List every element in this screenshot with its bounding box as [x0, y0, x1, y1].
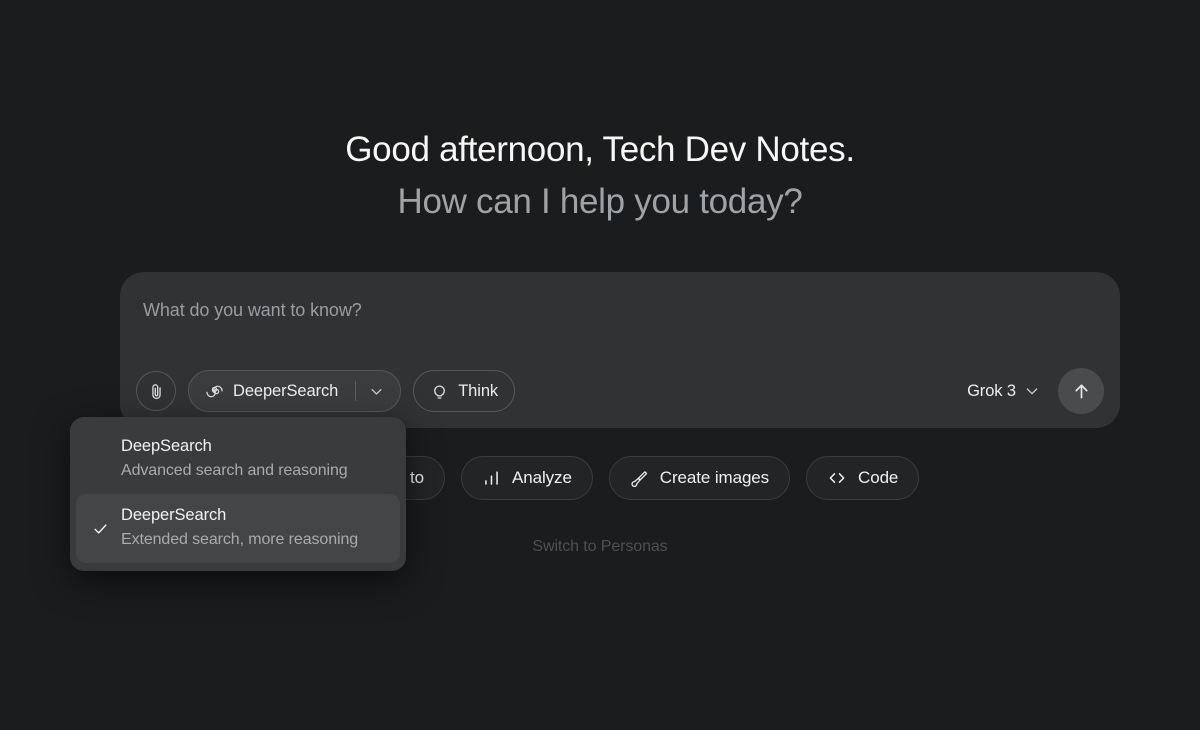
composer-tools-left: DeeperSearch Think	[136, 370, 516, 412]
lightbulb-icon	[430, 382, 449, 401]
suggestion-chip-label: Create images	[659, 468, 770, 487]
dropdown-item-deepsearch[interactable]: DeepSearch Advanced search and reasoning	[76, 425, 400, 494]
code-brackets-icon	[827, 468, 847, 488]
chevron-down-icon	[1024, 383, 1040, 399]
search-mode-button[interactable]: DeeperSearch	[188, 370, 402, 412]
dropdown-item-deepersearch[interactable]: DeeperSearch Extended search, more reaso…	[76, 494, 400, 563]
suggestion-chip-create-images[interactable]: Create images	[608, 456, 791, 500]
pill-divider	[355, 381, 357, 401]
spiral-icon	[205, 382, 224, 401]
dropdown-item-subtitle: Extended search, more reasoning	[121, 531, 359, 548]
brush-icon	[630, 469, 649, 488]
suggestion-chip-analyze[interactable]: Analyze	[461, 456, 593, 500]
composer-tools-right: Grok 3	[963, 368, 1104, 414]
search-mode-dropdown: DeepSearch Advanced search and reasoning…	[70, 417, 406, 571]
model-selector-label: Grok 3	[967, 381, 1016, 400]
composer-panel[interactable]: What do you want to know? DeeperSearch T…	[120, 272, 1120, 428]
think-button[interactable]: Think	[413, 370, 516, 412]
suggestion-chip-code[interactable]: Code	[806, 456, 920, 500]
check-icon	[92, 520, 109, 537]
grok-home-screen: Good afternoon, Tech Dev Notes. How can …	[0, 0, 1200, 730]
dropdown-item-title: DeepSearch	[121, 437, 212, 455]
attach-button[interactable]	[136, 371, 176, 411]
suggestion-chip-label: Code	[858, 468, 899, 487]
chevron-down-icon[interactable]	[367, 384, 384, 399]
composer-input[interactable]: What do you want to know?	[143, 300, 362, 321]
model-selector[interactable]: Grok 3	[963, 376, 1044, 407]
greeting-line-secondary: How can I help you today?	[397, 182, 803, 221]
send-button[interactable]	[1058, 368, 1104, 414]
composer-toolbar: DeeperSearch Think Grok 3	[136, 368, 1104, 414]
paperclip-icon	[147, 382, 166, 401]
bar-chart-icon	[482, 469, 501, 488]
suggestion-chip-label: Analyze	[512, 468, 572, 487]
arrow-up-icon	[1071, 381, 1092, 402]
greeting-line-primary: Good afternoon, Tech Dev Notes.	[345, 130, 855, 169]
dropdown-item-subtitle: Advanced search and reasoning	[121, 462, 348, 479]
dropdown-item-title: DeeperSearch	[121, 506, 227, 524]
greeting-block: Good afternoon, Tech Dev Notes. How can …	[0, 124, 1200, 228]
think-label: Think	[458, 381, 499, 400]
search-mode-label: DeeperSearch	[233, 381, 339, 400]
